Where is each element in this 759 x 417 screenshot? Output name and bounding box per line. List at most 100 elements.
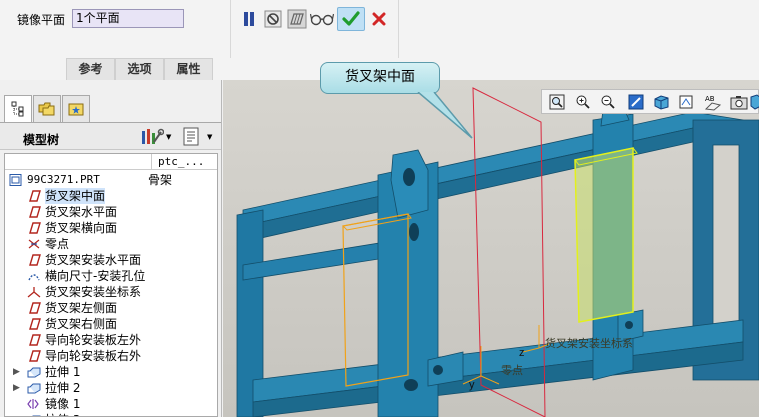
tree-item[interactable]: 货叉架左侧面 [5,300,217,316]
tab-references[interactable]: 参考 [66,59,115,80]
column-ptc-header[interactable]: ptc_... [158,155,204,168]
display-style-button[interactable] [653,93,671,111]
saved-views-button[interactable] [678,93,696,111]
tree-item-label: 拉伸 1 [45,365,81,379]
tree-item-label: 货叉架安装水平面 [45,253,142,267]
screenshot-button[interactable] [730,93,748,111]
tree-item-label: 货叉架左侧面 [45,301,118,315]
tree-item[interactable]: 导向轮安装板右外 [5,348,217,364]
preview-geometry-icon [287,9,307,29]
tree-item[interactable]: ▶ 拉伸 1 [5,364,217,380]
saved-view-icon [679,95,693,109]
tree-item[interactable]: 零点 [5,236,217,252]
spin-center-button[interactable] [748,93,759,111]
preview-button[interactable] [286,7,308,31]
glasses-icon [310,13,334,26]
csys-label: 货叉架安装坐标系 [545,336,633,350]
repaint-button[interactable] [627,93,645,111]
cancel-button[interactable] [368,7,390,31]
tree-item[interactable]: 货叉架安装坐标系 [5,284,217,300]
datum-plane-icon [29,222,41,234]
tree-item-label: 导向轮安装板左外 [45,333,142,347]
datum-point-icon [28,239,40,249]
chevron-down-icon[interactable]: ▼ [207,133,212,141]
folder-stack-icon [38,102,55,116]
axis-y-label: y [469,379,475,391]
coordinate-system-icon [27,287,41,298]
tree-item[interactable]: ▶ 拉伸 2 [5,380,217,396]
pause-button[interactable] [239,7,259,31]
tree-item-label: 拉伸 2 [45,381,81,395]
mirror-icon [27,399,39,409]
tab-folder-browser[interactable] [33,95,61,122]
part-icon [9,174,22,186]
datum-plane-icon [29,302,41,314]
expand-arrow-icon[interactable]: ▶ [13,380,20,396]
graphics-window[interactable]: y z 货叉架安装坐标系 零点 [223,80,759,417]
zoom-out-button[interactable] [599,93,617,111]
tree-show-icon[interactable] [182,127,202,150]
top-beam [242,111,744,227]
expand-arrow-icon[interactable]: ▶ [13,412,20,416]
tree-item[interactable]: 横向尺寸-安装孔位 [5,268,217,284]
navigator-panel: 模型树 ▼ ▼ ptc_... 99C3271.PRT 骨架 货叉架中面 货叉架… [0,80,222,417]
mirror-plane-label: 镜像平面 [17,13,66,27]
stop-icon [264,10,282,28]
expand-arrow-icon[interactable]: ▶ [13,364,20,380]
no-preview-button[interactable] [262,7,284,31]
divider [398,0,399,58]
tree-item[interactable]: ▶ 拉伸 3 [5,412,217,416]
mirror-preview-surface [574,147,634,323]
tab-favorites[interactable] [62,95,90,122]
pause-icon [244,12,248,26]
tree-item-label: 镜像 1 [45,397,81,411]
tree-item-label: 横向尺寸-安装孔位 [45,269,146,283]
datum-plane-icon [29,254,41,266]
tab-properties[interactable]: 属性 [164,59,213,80]
tree-settings-icon[interactable] [140,128,165,149]
datum-plane-icon [29,190,41,202]
tree-item-label: 零点 [45,237,70,251]
tree-column-header: ptc_... [5,154,217,170]
refit-icon [549,94,565,110]
tree-item-label: 货叉架中面 [45,188,106,204]
tree-item[interactable]: 货叉架安装水平面 [5,252,217,268]
datum-name-callout: 货叉架中面 [320,62,440,94]
datum-display-button[interactable]: AB [704,93,722,111]
datum-plane-icon [29,206,41,218]
zoom-in-button[interactable] [574,93,592,111]
callout-pointer [417,92,473,139]
datum-point-label: 零点 [501,364,523,377]
tab-model-tree[interactable] [4,95,32,122]
tree-item[interactable]: 货叉架右侧面 [5,316,217,332]
model-tree: ptc_... 99C3271.PRT 骨架 货叉架中面 货叉架水平面 货叉架横向面… [4,153,218,417]
tree-item[interactable]: 货叉架横向面 [5,220,217,236]
shaded-cube-icon [654,95,669,110]
repaint-icon [628,94,644,110]
tree-item-label: 货叉架安装坐标系 [45,285,142,299]
tree-item[interactable]: 导向轮安装板左外 [5,332,217,348]
tree-root-row[interactable]: 99C3271.PRT 骨架 [5,172,217,188]
close-icon [372,12,386,26]
tab-options[interactable]: 选项 [115,59,164,80]
axis-z-label: z [519,347,525,359]
refit-button[interactable] [548,93,566,111]
datum-plane-icon [29,334,41,346]
root-part-value: 骨架 [148,173,173,187]
extrude-icon [27,383,41,394]
chevron-down-icon[interactable]: ▼ [166,133,171,141]
camera-icon [730,96,748,110]
tree-item[interactable]: 货叉架水平面 [5,204,217,220]
accept-button[interactable] [337,7,365,31]
zoom-in-icon [576,95,590,109]
model-tree-title: 模型树 [23,133,60,147]
datum-plane-icon [29,350,41,362]
tree-item[interactable]: 镜像 1 [5,396,217,412]
dashboard-tabs: 参考 选项 属性 [66,58,213,80]
mirror-plane-collector[interactable]: 1个平面 [72,9,184,28]
tree-item[interactable]: 货叉架中面 [5,188,217,204]
tree-item-label: 货叉架右侧面 [45,317,118,331]
root-part-name: 99C3271.PRT [27,173,100,186]
model-tree-header: 模型树 ▼ ▼ [0,122,221,150]
verify-preview-button[interactable] [309,7,335,31]
